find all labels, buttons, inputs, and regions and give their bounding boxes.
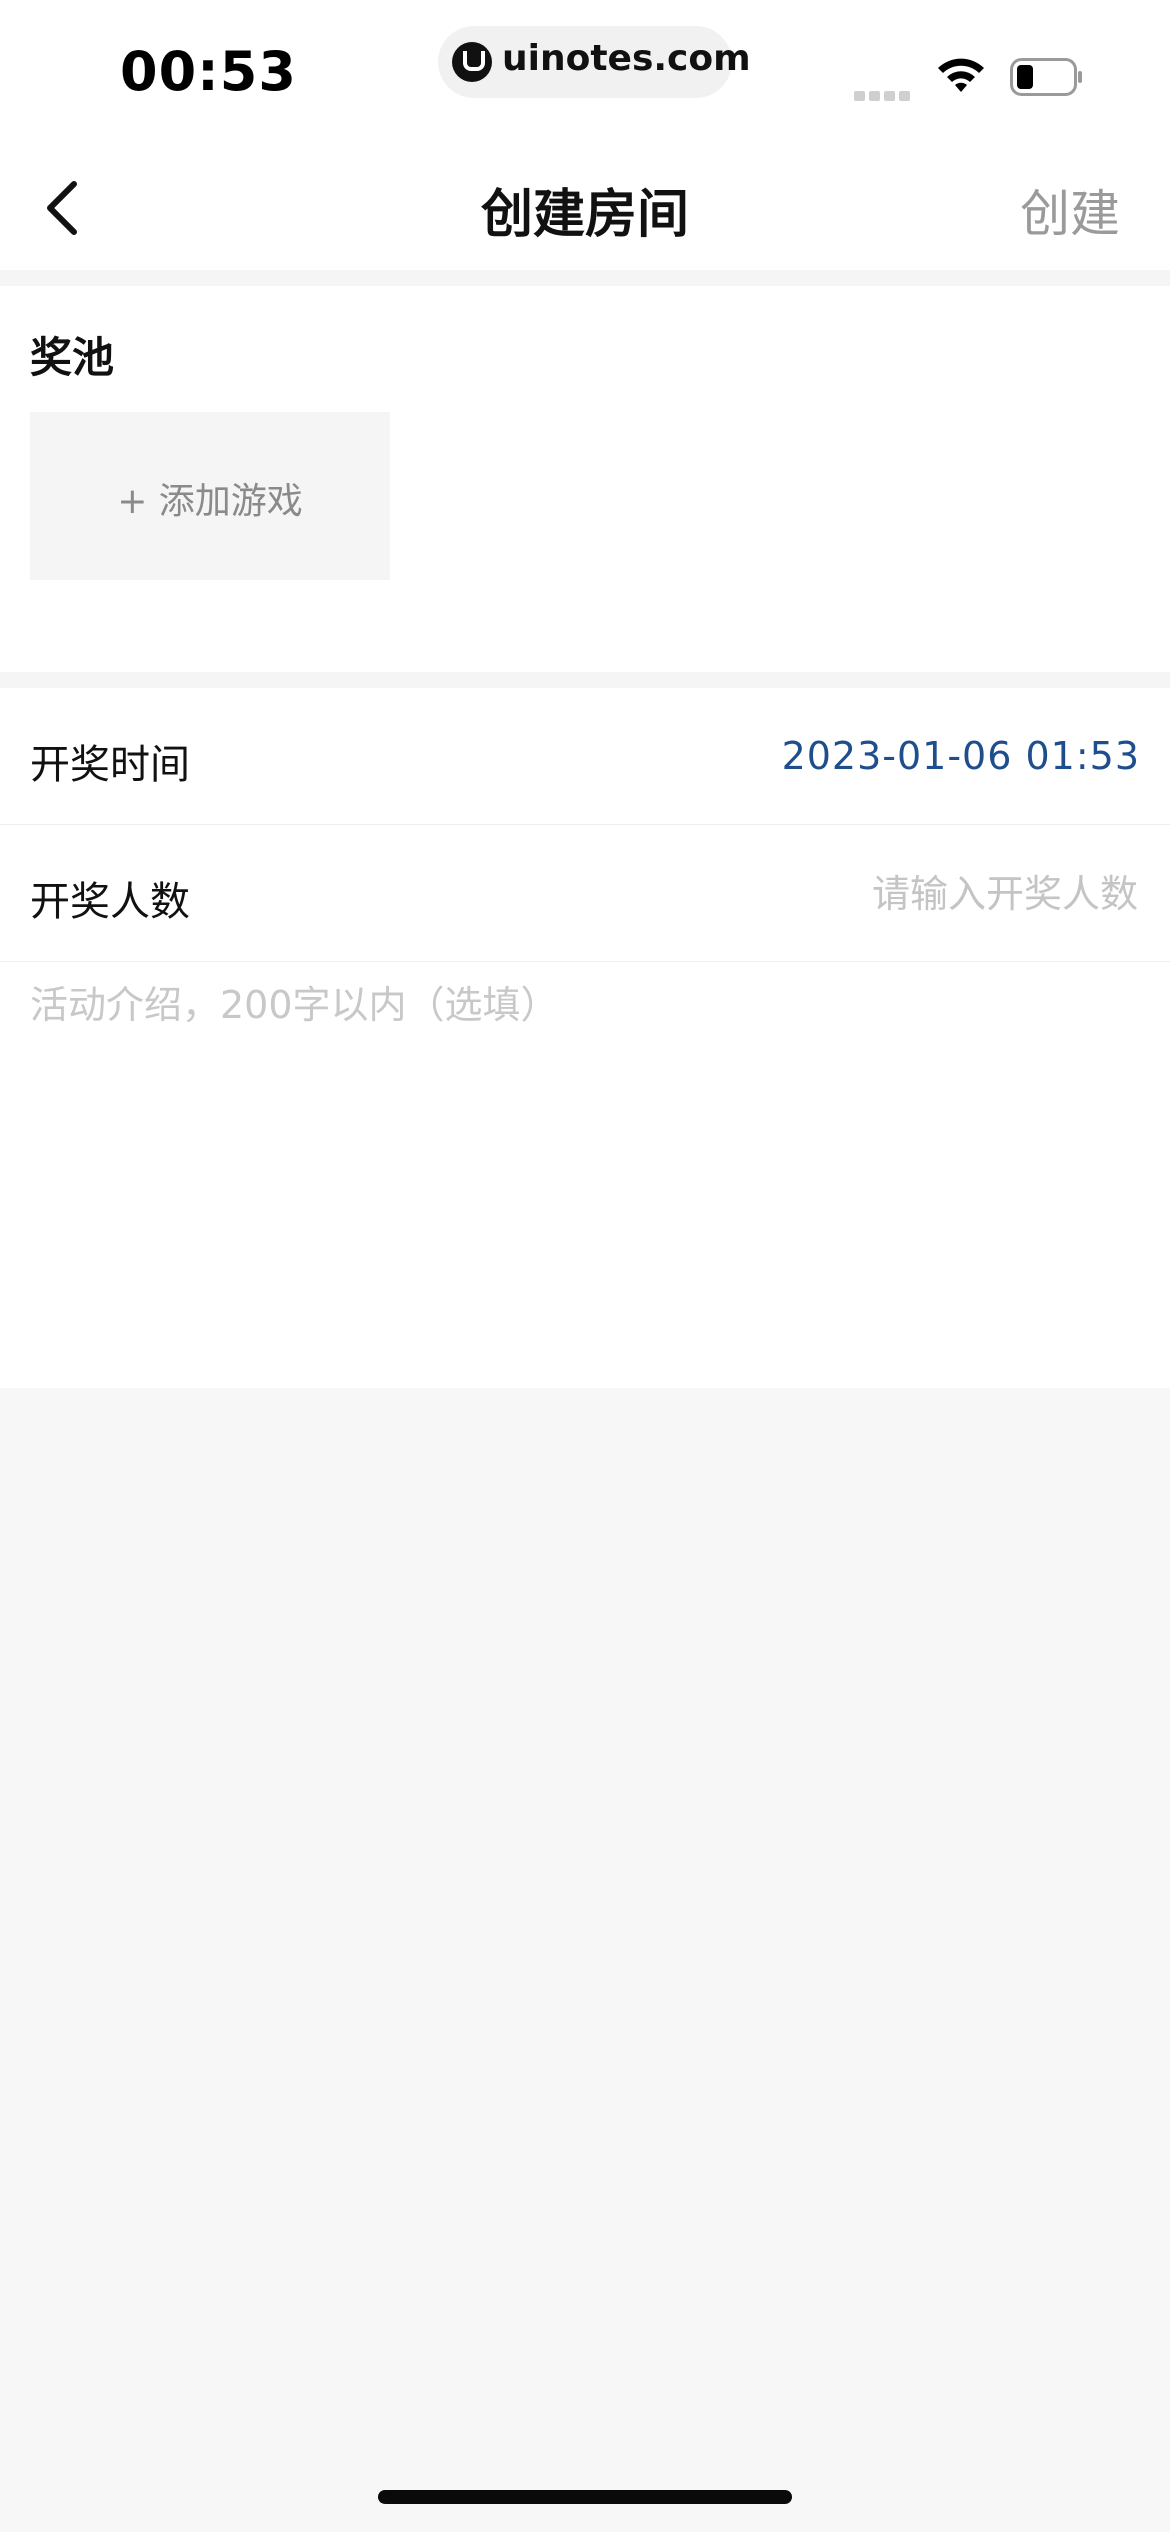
section-divider bbox=[0, 672, 1170, 688]
uinotes-logo-icon bbox=[452, 42, 492, 82]
url-pill[interactable]: uinotes.com bbox=[438, 26, 751, 98]
winners-count-input[interactable] bbox=[536, 863, 1140, 925]
url-text: uinotes.com bbox=[502, 38, 751, 79]
status-bar: 00:53 uinotes.com bbox=[0, 0, 1170, 140]
draw-time-label: 开奖时间 bbox=[30, 742, 190, 788]
form-section: 开奖时间 2023-01-06 01:53 开奖人数 bbox=[0, 688, 1170, 1388]
draw-time-row[interactable]: 开奖时间 2023-01-06 01:53 bbox=[0, 688, 1170, 825]
prize-pool-section: 奖池 + 添加游戏 bbox=[0, 286, 1170, 672]
winners-row: 开奖人数 bbox=[0, 825, 1170, 962]
status-time: 00:53 bbox=[120, 40, 297, 103]
wifi-icon bbox=[938, 58, 984, 92]
draw-time-value[interactable]: 2023-01-06 01:53 bbox=[782, 734, 1140, 778]
navigation-bar: 创建房间 创建 bbox=[0, 140, 1170, 270]
cellular-signal-icon bbox=[854, 86, 916, 101]
create-button[interactable]: 创建 bbox=[1020, 174, 1120, 246]
battery-icon bbox=[1010, 58, 1082, 96]
add-game-button[interactable]: + 添加游戏 bbox=[30, 412, 390, 580]
activity-intro-textarea[interactable] bbox=[30, 974, 1140, 1354]
add-game-label: + 添加游戏 bbox=[117, 481, 303, 522]
prize-pool-title: 奖池 bbox=[30, 333, 115, 382]
home-indicator[interactable] bbox=[378, 2490, 792, 2504]
winners-label: 开奖人数 bbox=[30, 879, 190, 925]
page-title: 创建房间 bbox=[480, 185, 689, 245]
section-divider bbox=[0, 270, 1170, 286]
